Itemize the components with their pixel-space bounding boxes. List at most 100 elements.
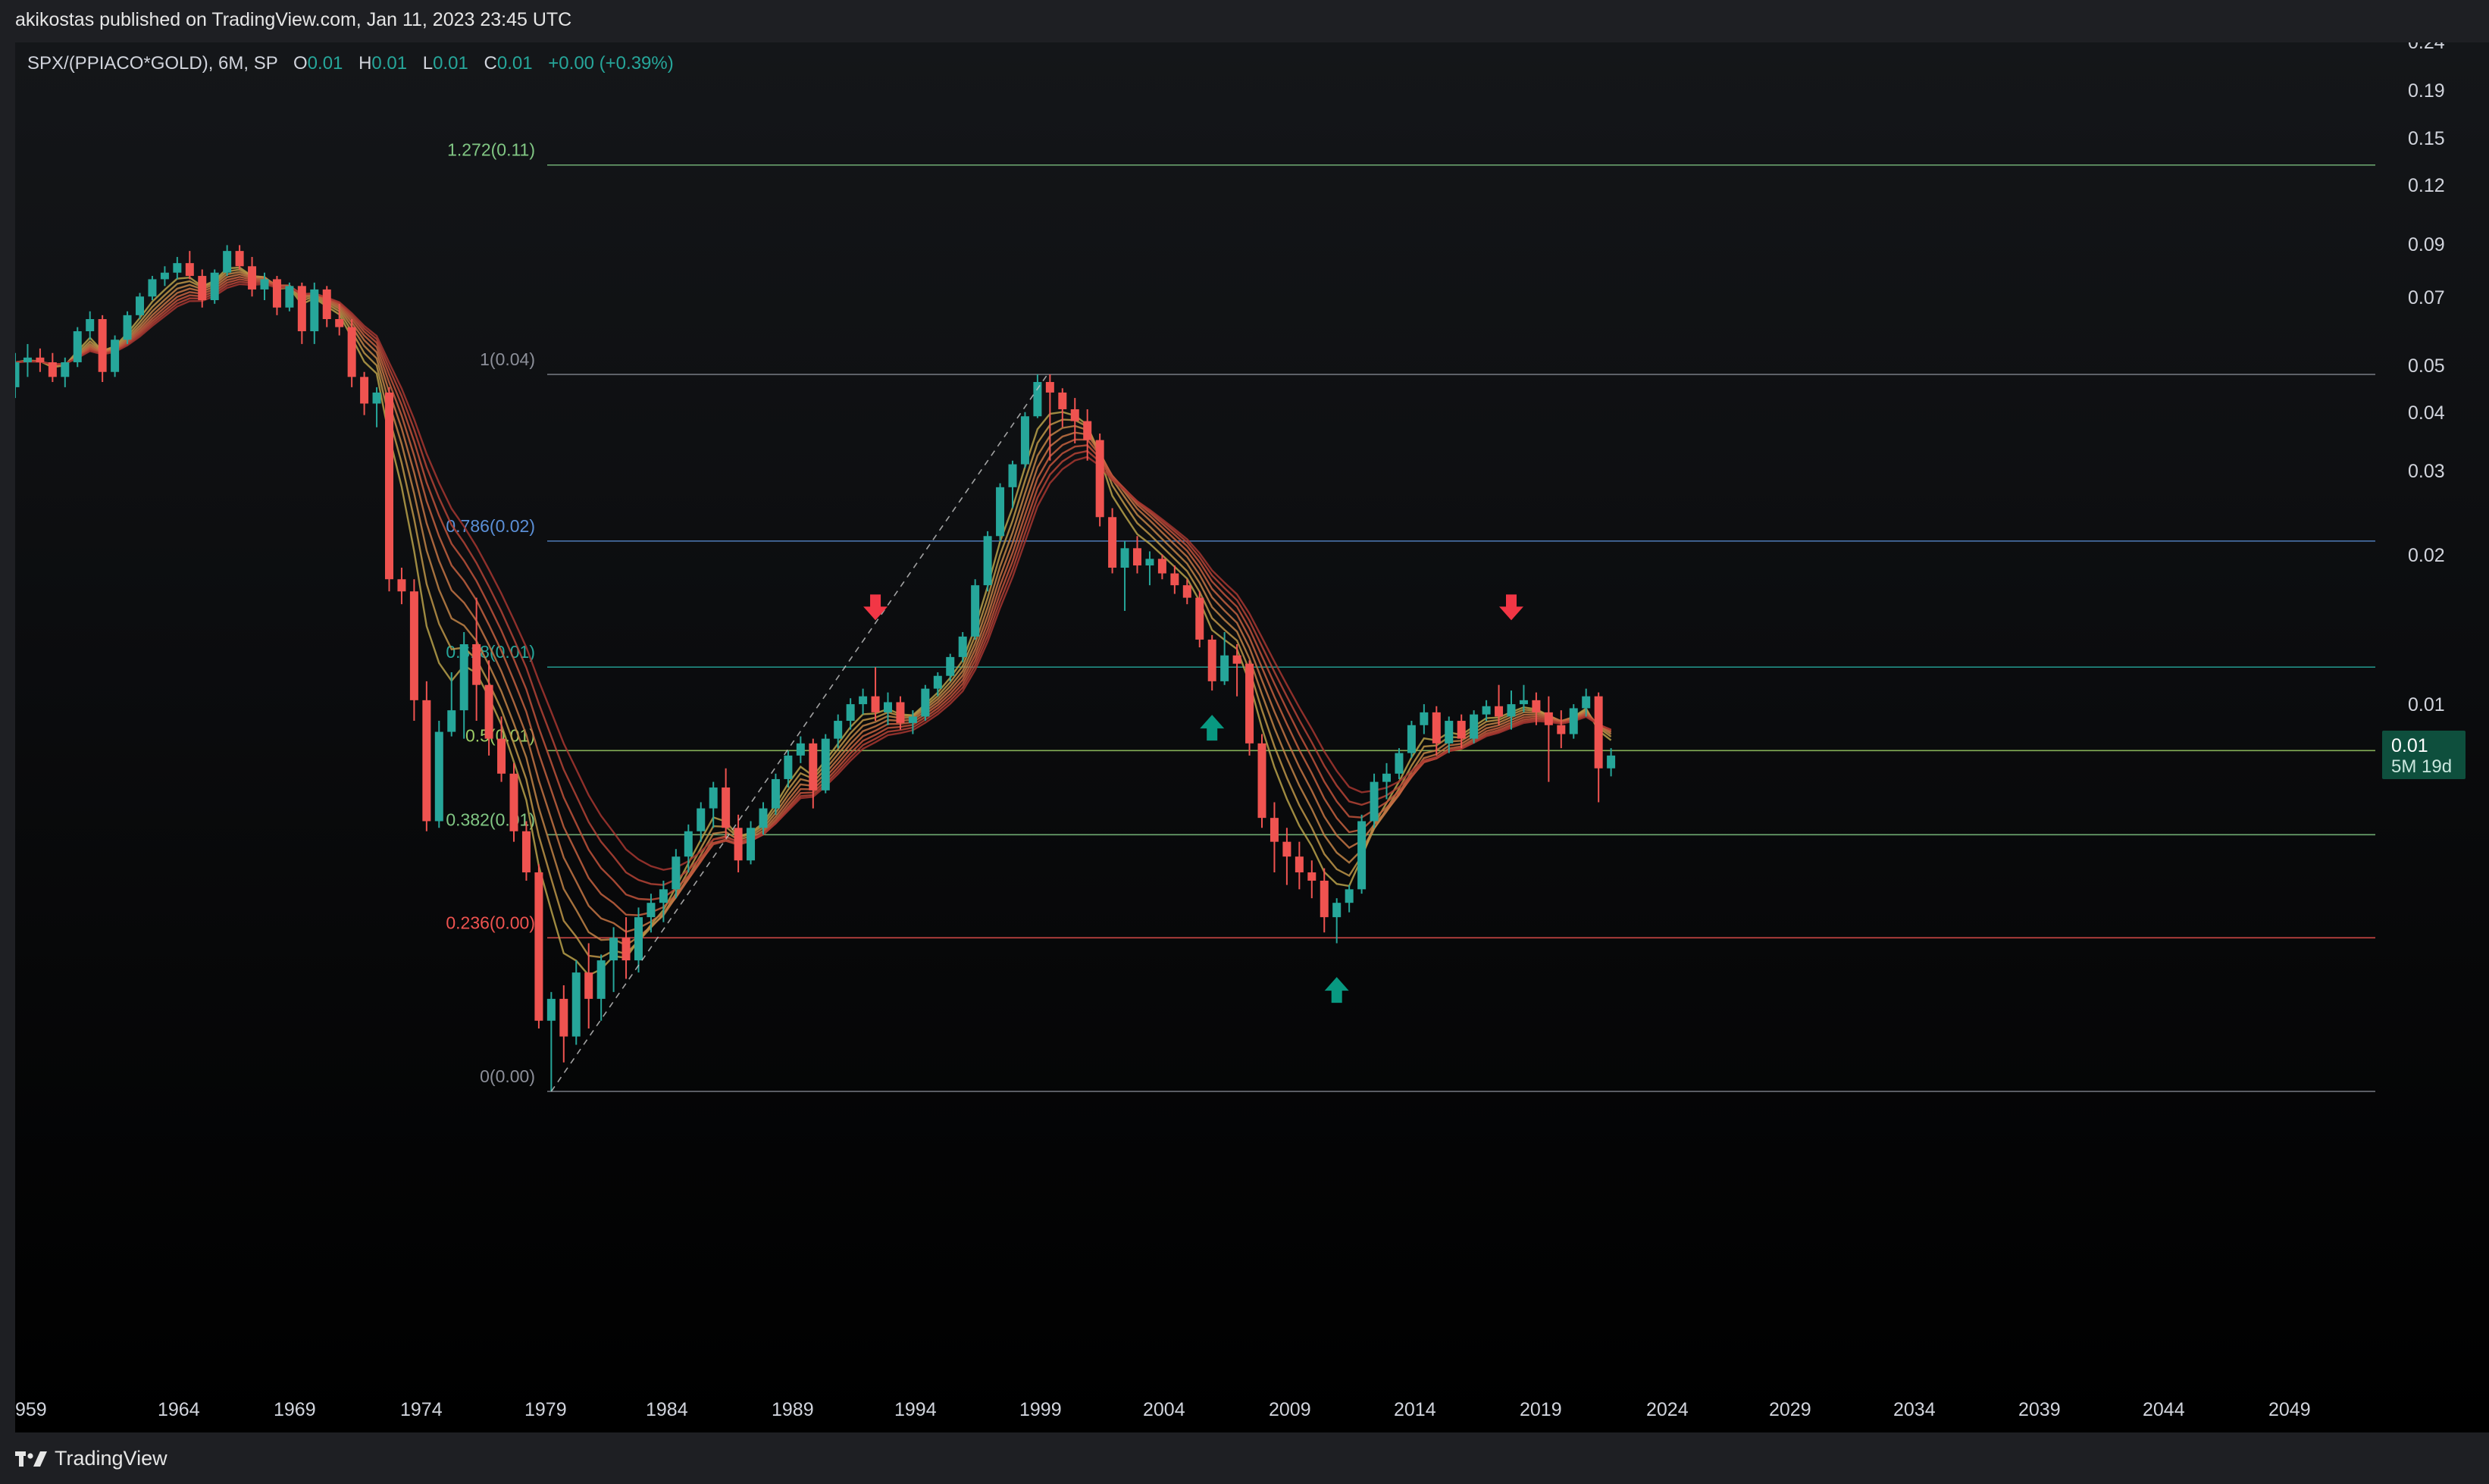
candle-body [15, 362, 20, 387]
candle [397, 568, 406, 605]
candle [73, 327, 82, 368]
candle-body [1557, 725, 1566, 734]
candle-body [1532, 700, 1541, 712]
candle [48, 352, 57, 383]
candle-body [1232, 655, 1241, 664]
candle-body [709, 787, 718, 809]
symbol-legend[interactable]: SPX/(PPIACO*GOLD), 6M, SP O0.01 H0.01 L0… [27, 53, 674, 74]
candle-body [896, 702, 905, 723]
candle-body [61, 362, 70, 377]
candle-body [697, 808, 706, 831]
candle-body [48, 362, 57, 377]
last-price-value: 0.01 [2391, 735, 2428, 756]
candle-body [1569, 708, 1578, 734]
candle [834, 714, 843, 749]
candle [1282, 828, 1291, 885]
candle [1245, 660, 1254, 756]
candle-body [260, 279, 269, 290]
candle-body [210, 272, 219, 301]
candle-body [871, 696, 880, 712]
candle [160, 266, 169, 286]
candle [1470, 710, 1479, 744]
candle-body [609, 938, 618, 961]
candle [1320, 868, 1329, 933]
time-axis-label: 2024 [1646, 1399, 1689, 1420]
chart-canvas[interactable]: 1.272(0.11)1(0.04)0.786(0.02)0.618(0.01)… [15, 42, 2489, 1432]
candle-body [534, 872, 543, 1021]
candle-body [834, 721, 843, 739]
candle [1557, 710, 1566, 749]
candle [1607, 748, 1616, 777]
price-axis-label: 0.01 [2408, 694, 2445, 715]
candle-body [521, 831, 531, 873]
candle [285, 282, 294, 312]
candle-body [559, 998, 568, 1037]
candle [634, 907, 643, 973]
candle [173, 257, 182, 280]
candle-body [472, 644, 481, 685]
candle [223, 245, 232, 277]
bar-countdown: 5M 19d [2391, 756, 2453, 777]
candle-body [73, 331, 82, 362]
time-axis-label: 2044 [2143, 1399, 2185, 1420]
ma-ribbon-line [15, 266, 1612, 977]
legend-close-key: C [484, 53, 497, 74]
candle-body [647, 903, 656, 918]
candle-body [1370, 781, 1379, 822]
time-axis-label: 2014 [1394, 1399, 1436, 1420]
candle [1095, 434, 1104, 527]
candle-body [397, 579, 406, 592]
fib-anchor-line [550, 374, 1048, 1092]
candle [1232, 644, 1241, 697]
candle-body [546, 998, 556, 1021]
candle-body [484, 684, 493, 739]
candle-body [1170, 573, 1179, 586]
candle [1270, 802, 1279, 873]
fib-level-label: 1(0.04) [480, 349, 535, 369]
candle-body [722, 787, 731, 828]
candle-body [1070, 409, 1079, 421]
candle-body [434, 731, 443, 822]
bottom-bar [0, 1432, 2489, 1484]
candle-body [1382, 773, 1391, 782]
candle [1120, 540, 1129, 611]
candle-body [859, 696, 868, 705]
candle-body [821, 738, 830, 791]
candle-body [335, 319, 344, 327]
tradingview-brand[interactable]: TradingView [15, 1445, 167, 1472]
candle-body [784, 755, 793, 779]
candle [1070, 398, 1079, 443]
candle [1420, 704, 1429, 734]
chart-panel[interactable]: 1.272(0.11) 1(0.04) 0.786(0.02) 0.618(0.01)… [15, 42, 2489, 1432]
candle [1370, 773, 1379, 828]
fib-level-label: 0.382(0.01) [446, 809, 535, 829]
candle [546, 991, 556, 1091]
candle-body [958, 636, 967, 657]
candle-body [621, 938, 631, 961]
fib-level-label: 0(0.00) [480, 1066, 535, 1086]
candle [722, 768, 731, 838]
candle-body [1207, 639, 1216, 681]
time-axis-label: 2029 [1769, 1399, 1811, 1420]
time-axis-label: 1979 [524, 1399, 567, 1420]
candle [23, 343, 32, 377]
time-axis-label: 1994 [894, 1399, 937, 1420]
candle [747, 821, 756, 865]
candle-body [596, 960, 606, 999]
buy-arrow-icon [1324, 977, 1349, 1003]
candle-body [223, 251, 232, 273]
fib-levels: 1.272(0.11)1(0.04)0.786(0.02)0.618(0.01)… [446, 140, 2375, 1092]
candle [1407, 721, 1416, 759]
candle-body [297, 286, 306, 332]
candle [996, 483, 1005, 541]
candle-body [584, 972, 593, 999]
candle [521, 821, 531, 881]
candle [210, 269, 219, 304]
candle [1594, 692, 1603, 803]
price-axis-label: 0.09 [2408, 234, 2445, 255]
candle-body [1457, 721, 1466, 739]
candle [571, 960, 581, 1045]
candle-body [1332, 903, 1342, 918]
candle [1332, 898, 1342, 944]
candle-body [497, 738, 506, 774]
